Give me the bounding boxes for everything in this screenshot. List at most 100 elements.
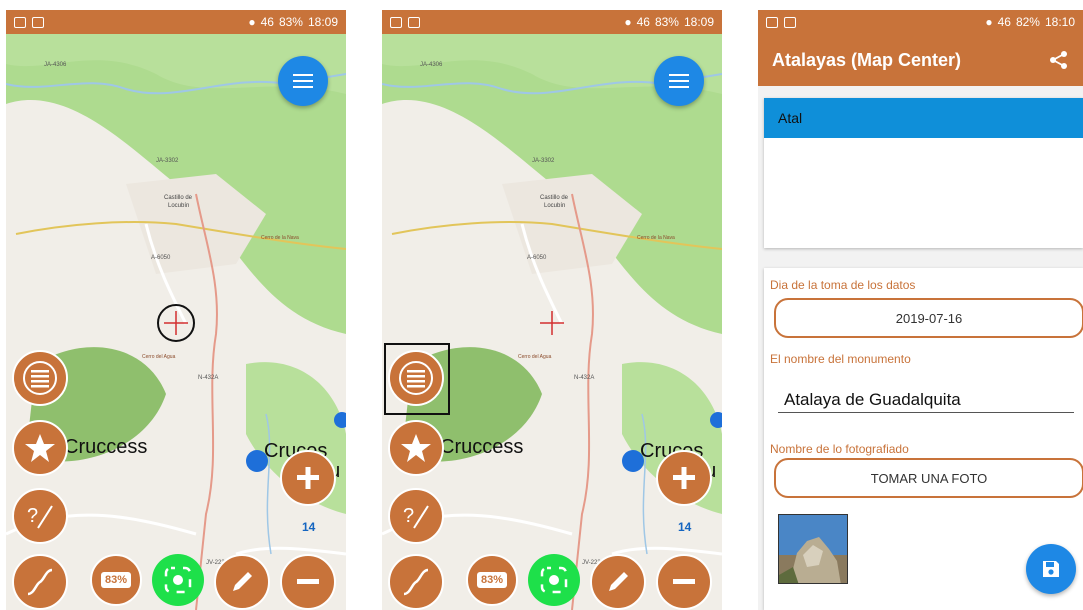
map-screen-1: JA-4306 JA-3302 A-6050 N-432A JV-2230 Ca… bbox=[6, 10, 346, 610]
layers-menu-button[interactable] bbox=[388, 350, 444, 406]
photo-image bbox=[779, 515, 847, 583]
status-bar: ● 46 83% 18:09 bbox=[6, 10, 346, 34]
minus-icon bbox=[673, 579, 695, 584]
svg-text:JA-3302: JA-3302 bbox=[532, 158, 555, 164]
poi-marker[interactable] bbox=[246, 450, 268, 472]
svg-text:Locubín: Locubín bbox=[544, 203, 565, 209]
name-input[interactable]: Atalaya de Guadalquita bbox=[784, 390, 961, 410]
plus-icon bbox=[297, 467, 319, 489]
location-icon: ● bbox=[248, 15, 256, 29]
battery-button[interactable]: 83% bbox=[90, 554, 142, 606]
svg-text:A-6050: A-6050 bbox=[527, 255, 547, 261]
svg-text:A-6050: A-6050 bbox=[151, 255, 171, 261]
notification-icon bbox=[14, 16, 26, 28]
layers-menu-button[interactable] bbox=[12, 350, 68, 406]
gps-center-button[interactable] bbox=[528, 554, 580, 606]
favorites-button[interactable] bbox=[388, 420, 444, 476]
form-card: Dia de la toma de los datos 2019-07-16 E… bbox=[764, 268, 1083, 610]
name-label: El nombre del monumento bbox=[770, 352, 911, 366]
crosshair-icon bbox=[164, 311, 188, 335]
favorites-button[interactable] bbox=[12, 420, 68, 476]
svg-text:Castillo de: Castillo de bbox=[540, 195, 569, 201]
app-bar: Atalayas (Map Center) bbox=[758, 34, 1083, 86]
pencil-icon bbox=[609, 572, 628, 591]
save-icon bbox=[1043, 561, 1059, 577]
question-ruler-icon: ? bbox=[27, 505, 53, 529]
name-underline bbox=[778, 412, 1074, 413]
signal-text: 46 bbox=[260, 15, 274, 29]
date-field[interactable]: 2019-07-16 bbox=[774, 298, 1083, 338]
page-title: Atalayas (Map Center) bbox=[772, 49, 962, 70]
list-icon bbox=[23, 361, 57, 395]
photo-label: Nombre de lo fotografiado bbox=[770, 442, 909, 456]
svg-text:JA-4306: JA-4306 bbox=[420, 62, 443, 68]
gallery-icon bbox=[408, 16, 420, 28]
list-item-selected[interactable]: Atal bbox=[764, 98, 1083, 138]
svg-text:Castillo de: Castillo de bbox=[164, 195, 193, 201]
star-icon bbox=[401, 434, 431, 462]
route-curve-icon bbox=[403, 568, 429, 596]
location-icon: ● bbox=[624, 15, 632, 29]
take-photo-label: TOMAR UNA FOTO bbox=[870, 470, 988, 486]
minus-icon bbox=[297, 579, 319, 584]
battery-text: 83% bbox=[278, 15, 303, 29]
question-ruler-icon: ? bbox=[403, 505, 429, 529]
notification-icon bbox=[766, 16, 778, 28]
svg-text:Cerro de la Nava: Cerro de la Nava bbox=[637, 235, 675, 241]
edit-button[interactable] bbox=[214, 554, 270, 610]
poi-marker[interactable] bbox=[622, 450, 644, 472]
signal-text: 46 bbox=[997, 15, 1011, 29]
list-icon bbox=[399, 361, 433, 395]
save-fab[interactable] bbox=[1026, 544, 1076, 594]
hamburger-icon bbox=[293, 74, 313, 88]
battery-text: 83% bbox=[654, 15, 679, 29]
zoom-in-button[interactable] bbox=[656, 450, 712, 506]
notification-icon bbox=[390, 16, 402, 28]
svg-text:JA-4306: JA-4306 bbox=[44, 62, 67, 68]
svg-text:N-432A: N-432A bbox=[198, 375, 218, 381]
battery-badge: 83% bbox=[476, 572, 508, 588]
zoom-out-button[interactable] bbox=[656, 554, 712, 610]
poi-marker[interactable] bbox=[710, 412, 722, 428]
gallery-icon bbox=[784, 16, 796, 28]
measure-button[interactable]: ? bbox=[12, 488, 68, 544]
gps-center-button[interactable] bbox=[152, 554, 204, 606]
svg-text:Cerro de la Nava: Cerro de la Nava bbox=[261, 235, 299, 241]
measure-button[interactable]: ? bbox=[388, 488, 444, 544]
battery-button[interactable]: 83% bbox=[466, 554, 518, 606]
status-bar: ● 46 83% 18:09 bbox=[382, 10, 722, 34]
crosshair-icon bbox=[540, 311, 564, 335]
menu-fab[interactable] bbox=[654, 56, 704, 106]
signal-text: 46 bbox=[636, 15, 650, 29]
edit-button[interactable] bbox=[590, 554, 646, 610]
svg-text:JA-3302: JA-3302 bbox=[156, 158, 179, 164]
battery-badge: 83% bbox=[100, 572, 132, 588]
battery-text: 82% bbox=[1015, 15, 1040, 29]
route-button[interactable] bbox=[388, 554, 444, 610]
date-value: 2019-07-16 bbox=[895, 310, 963, 326]
map-number: 14 bbox=[678, 520, 692, 534]
menu-fab[interactable] bbox=[278, 56, 328, 106]
zoom-out-button[interactable] bbox=[280, 554, 336, 610]
item-list-card: Atal bbox=[764, 98, 1083, 248]
svg-text:Locubín: Locubín bbox=[168, 203, 189, 209]
map-number: 14 bbox=[302, 520, 316, 534]
photo-thumbnail[interactable] bbox=[778, 514, 848, 584]
poi-marker[interactable] bbox=[334, 412, 346, 428]
take-photo-button[interactable]: TOMAR UNA FOTO bbox=[774, 458, 1083, 498]
date-label: Dia de la toma de los datos bbox=[770, 278, 916, 292]
zoom-in-button[interactable] bbox=[280, 450, 336, 506]
svg-text:?: ? bbox=[27, 505, 38, 527]
clock: 18:10 bbox=[1044, 15, 1075, 29]
gps-target-icon bbox=[540, 566, 568, 594]
share-icon[interactable] bbox=[1049, 50, 1069, 70]
svg-text:?: ? bbox=[403, 505, 414, 527]
route-curve-icon bbox=[27, 568, 53, 596]
star-icon bbox=[25, 434, 55, 462]
clock: 18:09 bbox=[683, 15, 714, 29]
svg-text:N-432A: N-432A bbox=[574, 375, 594, 381]
map-screen-2: JA-4306 JA-3302 A-6050 N-432A JV-2230 Ca… bbox=[382, 10, 722, 610]
map-label-overlap: Cruccess bbox=[440, 436, 524, 458]
hamburger-icon bbox=[669, 74, 689, 88]
route-button[interactable] bbox=[12, 554, 68, 610]
